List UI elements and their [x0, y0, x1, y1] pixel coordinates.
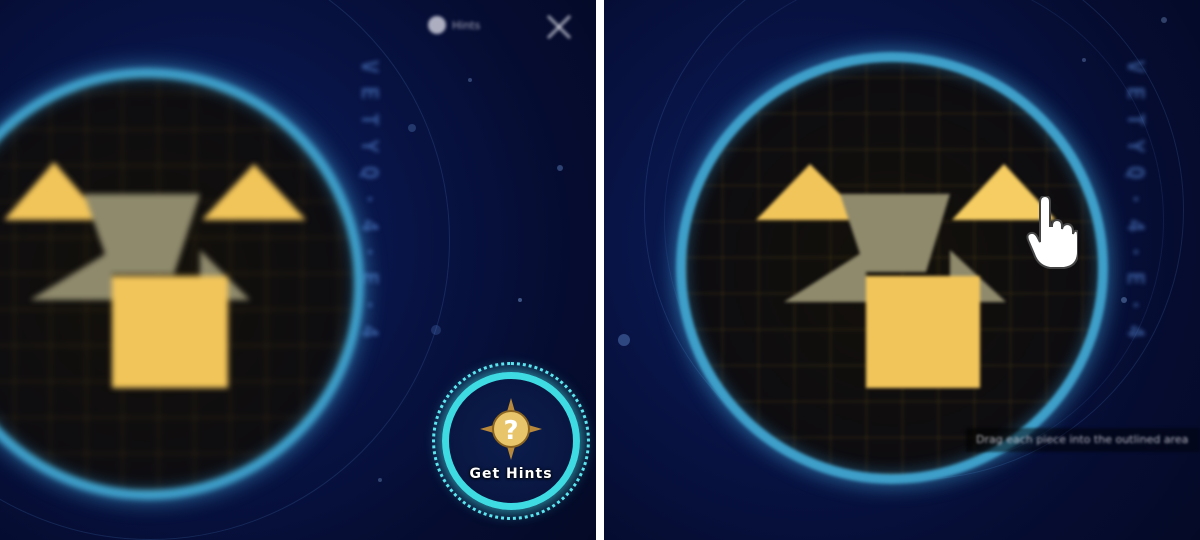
gray-triangle-left	[784, 250, 866, 302]
tangram-pieces	[756, 164, 1056, 388]
svg-text:?: ?	[503, 416, 518, 446]
pointing-hand-icon	[1026, 196, 1078, 269]
close-icon[interactable]	[542, 10, 576, 44]
gold-triangle-right	[202, 164, 306, 220]
gold-square	[866, 276, 980, 388]
instruction-caption: Drag each piece into the outlined area	[966, 428, 1200, 452]
right-screenshot-panel: V E T Y Q · 4 · E · 4 Drag each piece in…	[604, 0, 1200, 540]
get-hints-button[interactable]: ? Get Hints	[432, 362, 590, 520]
hint-button-label: Get Hints	[469, 466, 553, 482]
left-screenshot-panel: V E T Y Q · 4 · E · 4 Hints ? Get Hints	[0, 0, 596, 540]
top-hint-indicator[interactable]: Hints	[428, 16, 480, 34]
gray-triangle-left	[30, 250, 112, 300]
gold-square	[112, 276, 228, 388]
gold-triangle-left	[4, 162, 104, 220]
question-mark-compass-icon: ?	[480, 398, 542, 460]
hint-dot-icon	[428, 16, 446, 34]
top-hint-label: Hints	[452, 18, 481, 32]
